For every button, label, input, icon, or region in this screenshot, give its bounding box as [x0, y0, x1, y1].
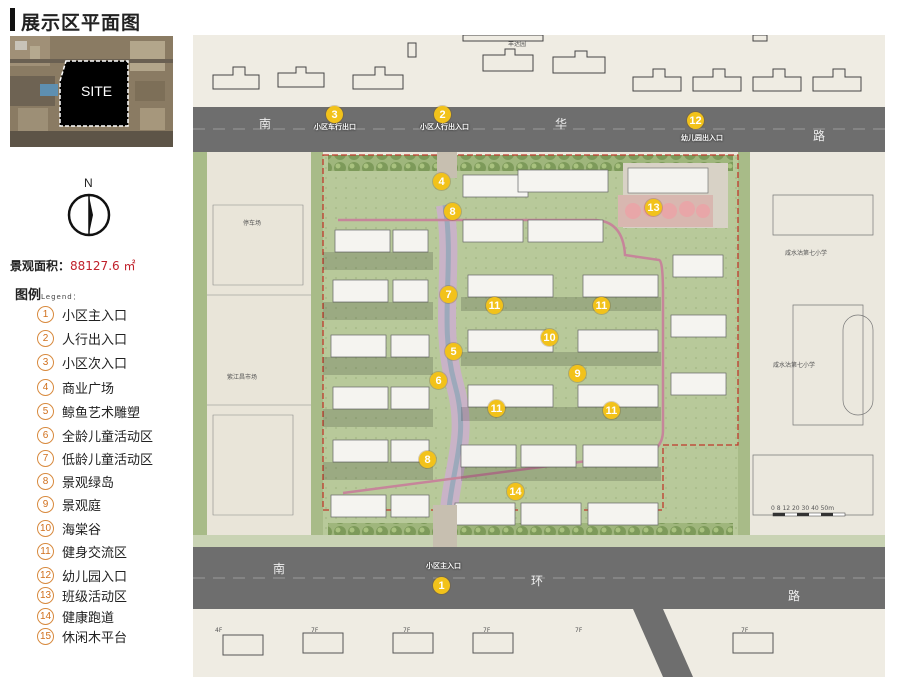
map-marker: 11: [603, 402, 620, 419]
legend-label: 鲸鱼艺术雕塑: [62, 406, 141, 421]
map-marker: 14: [507, 483, 524, 500]
legend-item: 9 景观庭: [37, 495, 101, 514]
compass-icon: [67, 193, 111, 237]
legend-label: 班级活动区: [62, 590, 128, 605]
legend-label: 健身交流区: [62, 546, 128, 561]
legend-number: 6: [37, 427, 54, 444]
map-marker: 6: [430, 372, 447, 389]
page-title: 展示区平面图: [21, 12, 142, 34]
road-char: 华: [555, 117, 568, 131]
legend-label: 小区次入口: [62, 357, 128, 372]
map-marker: 5: [445, 343, 462, 360]
legend-item: 8 景观绿岛: [37, 472, 114, 491]
map-marker: 1: [433, 577, 450, 594]
legend-item: 15 休闲木平台: [37, 627, 127, 646]
map-label-floors: 7F: [575, 627, 583, 634]
gate-label-vehicle-exit: 小区车行出口: [314, 123, 356, 131]
legend-item: 12 幼儿园入口: [37, 566, 127, 585]
site-plan: 南 华 路 南 环 路 小区车行出口 小区人行出入口 幼儿园出入口 小区主入口 …: [193, 35, 885, 677]
legend-label: 景观绿岛: [62, 476, 115, 491]
north-compass: N: [64, 176, 116, 242]
legend-number: 15: [37, 628, 54, 645]
legend-label: 商业广场: [62, 382, 115, 397]
legend-number: 8: [37, 473, 54, 490]
area-label: 景观面积：: [10, 259, 71, 273]
road-char: 南: [259, 117, 272, 131]
map-label-floors: 7F: [403, 627, 411, 634]
legend-label: 幼儿园入口: [62, 570, 128, 585]
legend-item: 10 海棠谷: [37, 519, 101, 538]
legend-title: 图例Legend：: [15, 284, 81, 303]
map-label-floors: 7F: [311, 627, 319, 634]
legend-label: 低龄儿童活动区: [62, 453, 154, 468]
legend-number: 2: [37, 330, 54, 347]
road-char: 南: [273, 562, 286, 576]
legend-item: 11 健身交流区: [37, 542, 127, 561]
legend-label: 景观庭: [62, 499, 102, 514]
map-marker: 12: [687, 112, 704, 129]
legend-item: 2 人行出入口: [37, 329, 127, 348]
legend-number: 11: [37, 543, 54, 560]
map-marker: 11: [488, 400, 505, 417]
legend-label: 人行出入口: [62, 333, 128, 348]
legend-label: 海棠谷: [62, 523, 102, 538]
legend-item: 1 小区主入口: [37, 305, 127, 324]
legend-number: 3: [37, 354, 54, 371]
gate-label-kindergarten: 幼儿园出入口: [681, 134, 723, 142]
map-marker: 13: [645, 199, 662, 216]
road-char: 路: [813, 129, 826, 143]
map-marker: 10: [541, 329, 558, 346]
legend-item: 7 低龄儿童活动区: [37, 449, 153, 468]
gate-label-pedestrian: 小区人行出入口: [420, 123, 469, 131]
site-location-thumbnail: SITE: [10, 36, 173, 147]
legend-number: 7: [37, 450, 54, 467]
map-label-scale: 0 8 12 20 30 40 50m: [771, 505, 835, 512]
legend-label: 健康跑道: [62, 611, 115, 626]
legend-number: 1: [37, 306, 54, 323]
road-char: 环: [531, 574, 544, 588]
map-label-school-1: 咸水沽第七小学: [785, 250, 828, 257]
legend-number: 9: [37, 496, 54, 513]
legend-label: 全龄儿童活动区: [62, 430, 154, 445]
map-marker: 11: [593, 297, 610, 314]
road-char: 路: [788, 589, 801, 603]
legend-number: 4: [37, 379, 54, 396]
legend-item: 14 健康跑道: [37, 607, 114, 626]
legend-label: 小区主入口: [62, 309, 128, 324]
map-marker: 7: [440, 286, 457, 303]
map-marker: 11: [486, 297, 503, 314]
legend-label: 休闲木平台: [62, 631, 128, 646]
legend-item: 4 商业广场: [37, 378, 114, 397]
map-label-parking: 停车场: [243, 220, 262, 227]
map-label-school-2: 咸水沽第七小学: [773, 362, 816, 369]
area-value: 88127.6 ㎡: [70, 259, 136, 273]
map-marker: 3: [326, 106, 343, 123]
compass-north-label: N: [84, 176, 93, 190]
legend-number: 12: [37, 567, 54, 584]
map-label-floors: 7F: [483, 627, 491, 634]
legend-subtitle: Legend：: [41, 293, 81, 301]
map-label-floors: 4F: [215, 627, 223, 634]
map-marker: 8: [419, 451, 436, 468]
map-marker: 9: [569, 365, 586, 382]
title-accent-bar: [10, 8, 15, 31]
legend-number: 13: [37, 587, 54, 604]
map-marker: 4: [433, 173, 450, 190]
legend-number: 14: [37, 608, 54, 625]
legend-item: 3 小区次入口: [37, 353, 127, 372]
gate-label-main: 小区主入口: [426, 562, 461, 570]
legend-number: 5: [37, 403, 54, 420]
legend-title-text: 图例: [15, 288, 42, 303]
site-label: SITE: [81, 83, 113, 99]
legend-item: 6 全龄儿童活动区: [37, 426, 153, 445]
map-label-top-street: 丰达园: [508, 41, 527, 48]
map-label-floors: 7F: [741, 627, 749, 634]
legend-number: 10: [37, 520, 54, 537]
legend-item: 5 鲸鱼艺术雕塑: [37, 402, 140, 421]
legend-item: 13 班级活动区: [37, 586, 127, 605]
map-label-market: 紫江昌市场: [227, 374, 258, 381]
landscape-area: 景观面积：88127.6 ㎡: [10, 257, 135, 274]
map-marker: 2: [434, 106, 451, 123]
map-marker: 8: [444, 203, 461, 220]
